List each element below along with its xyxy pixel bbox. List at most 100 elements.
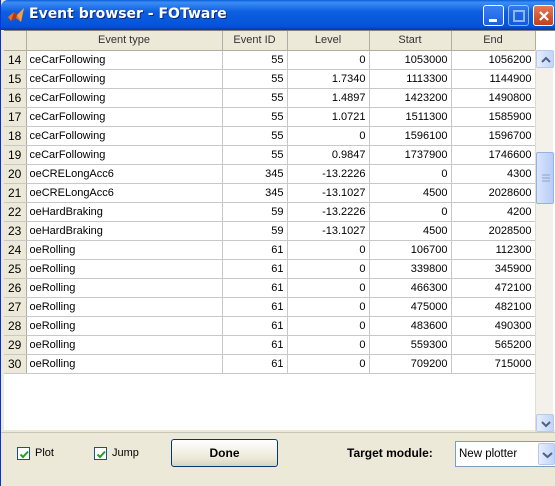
cell-level[interactable]: -13.1027 bbox=[287, 221, 370, 241]
table-row[interactable]: 26 oeRolling 61 0 466300 472100 bbox=[4, 278, 536, 298]
scroll-down-button[interactable] bbox=[536, 414, 554, 432]
cell-event-type[interactable]: ceCarFollowing bbox=[26, 88, 223, 108]
cell-start[interactable]: 709200 bbox=[369, 354, 452, 374]
cell-event-type[interactable]: oeHardBraking bbox=[26, 221, 223, 241]
cell-level[interactable]: 1.4897 bbox=[287, 88, 370, 108]
cell-event-type[interactable]: oeRolling bbox=[26, 335, 223, 355]
cell-level[interactable]: -13.2226 bbox=[287, 202, 370, 222]
cell-start[interactable]: 0 bbox=[369, 202, 452, 222]
cell-event-type[interactable]: ceCarFollowing bbox=[26, 107, 223, 127]
cell-end[interactable]: 2028500 bbox=[451, 221, 536, 241]
table-row[interactable]: 17 ceCarFollowing 55 1.0721 1511300 1585900 bbox=[4, 107, 536, 127]
cell-event-type[interactable]: oeRolling bbox=[26, 354, 223, 374]
jump-checkbox[interactable]: Jump bbox=[94, 445, 139, 461]
table-row[interactable]: 18 ceCarFollowing 55 0 1596100 1596700 bbox=[4, 126, 536, 146]
cell-event-type[interactable]: oeRolling bbox=[26, 278, 223, 298]
cell-event-id[interactable]: 55 bbox=[222, 145, 288, 165]
maximize-button[interactable] bbox=[508, 5, 529, 26]
cell-start[interactable]: 4500 bbox=[369, 183, 452, 203]
dropdown-button[interactable] bbox=[538, 443, 555, 465]
close-button[interactable] bbox=[533, 5, 554, 26]
column-header-event-id[interactable]: Event ID bbox=[222, 31, 288, 51]
cell-end[interactable]: 482100 bbox=[451, 297, 536, 317]
cell-level[interactable]: 0 bbox=[287, 240, 370, 260]
table-row[interactable]: 24 oeRolling 61 0 106700 112300 bbox=[4, 240, 536, 260]
cell-start[interactable]: 475000 bbox=[369, 297, 452, 317]
cell-event-type[interactable]: oeCRELongAcc6 bbox=[26, 183, 223, 203]
table-row[interactable]: 20 oeCRELongAcc6 345 -13.2226 0 4300 bbox=[4, 164, 536, 184]
cell-level[interactable]: 0 bbox=[287, 259, 370, 279]
cell-level[interactable]: 0 bbox=[287, 278, 370, 298]
cell-start[interactable]: 339800 bbox=[369, 259, 452, 279]
table-row[interactable]: 16 ceCarFollowing 55 1.4897 1423200 1490800 bbox=[4, 88, 536, 108]
table-row[interactable]: 23 oeHardBraking 59 -13.1027 4500 2028500 bbox=[4, 221, 536, 241]
cell-event-type[interactable]: ceCarFollowing bbox=[26, 50, 223, 70]
cell-event-id[interactable]: 345 bbox=[222, 183, 288, 203]
cell-start[interactable]: 559300 bbox=[369, 335, 452, 355]
cell-event-type[interactable]: oeHardBraking bbox=[26, 202, 223, 222]
cell-event-id[interactable]: 61 bbox=[222, 278, 288, 298]
cell-event-id[interactable]: 55 bbox=[222, 88, 288, 108]
cell-end[interactable]: 112300 bbox=[451, 240, 536, 260]
cell-end[interactable]: 1585900 bbox=[451, 107, 536, 127]
cell-end[interactable]: 4300 bbox=[451, 164, 536, 184]
column-header-event-type[interactable]: Event type bbox=[26, 31, 223, 51]
cell-level[interactable]: 0 bbox=[287, 316, 370, 336]
cell-end[interactable]: 565200 bbox=[451, 335, 536, 355]
cell-event-type[interactable]: ceCarFollowing bbox=[26, 126, 223, 146]
cell-event-id[interactable]: 55 bbox=[222, 69, 288, 89]
cell-level[interactable]: 0 bbox=[287, 126, 370, 146]
cell-event-id[interactable]: 61 bbox=[222, 240, 288, 260]
cell-start[interactable]: 1053000 bbox=[369, 50, 452, 70]
cell-end[interactable]: 1144900 bbox=[451, 69, 536, 89]
cell-end[interactable]: 1746600 bbox=[451, 145, 536, 165]
cell-event-type[interactable]: oeCRELongAcc6 bbox=[26, 164, 223, 184]
cell-start[interactable]: 1596100 bbox=[369, 126, 452, 146]
cell-event-type[interactable]: oeRolling bbox=[26, 240, 223, 260]
cell-event-id[interactable]: 55 bbox=[222, 107, 288, 127]
table-row[interactable]: 30 oeRolling 61 0 709200 715000 bbox=[4, 354, 536, 374]
cell-event-type[interactable]: oeRolling bbox=[26, 259, 223, 279]
cell-start[interactable]: 466300 bbox=[369, 278, 452, 298]
cell-end[interactable]: 472100 bbox=[451, 278, 536, 298]
cell-event-id[interactable]: 55 bbox=[222, 50, 288, 70]
cell-level[interactable]: 0 bbox=[287, 297, 370, 317]
cell-event-id[interactable]: 61 bbox=[222, 259, 288, 279]
cell-start[interactable]: 1511300 bbox=[369, 107, 452, 127]
plot-checkbox[interactable]: Plot bbox=[17, 445, 54, 461]
cell-end[interactable]: 2028600 bbox=[451, 183, 536, 203]
scroll-up-button[interactable] bbox=[536, 50, 554, 68]
cell-end[interactable]: 1056200 bbox=[451, 50, 536, 70]
cell-level[interactable]: -13.1027 bbox=[287, 183, 370, 203]
cell-event-id[interactable]: 59 bbox=[222, 202, 288, 222]
target-module-select[interactable]: New plotter bbox=[455, 441, 555, 467]
table-row[interactable]: 14 ceCarFollowing 55 0 1053000 1056200 bbox=[4, 50, 536, 70]
cell-end[interactable]: 715000 bbox=[451, 354, 536, 374]
cell-event-id[interactable]: 61 bbox=[222, 354, 288, 374]
table-row[interactable]: 19 ceCarFollowing 55 0.9847 1737900 1746600 bbox=[4, 145, 536, 165]
scroll-thumb[interactable] bbox=[536, 152, 554, 204]
cell-end[interactable]: 1596700 bbox=[451, 126, 536, 146]
cell-start[interactable]: 1113300 bbox=[369, 69, 452, 89]
cell-end[interactable]: 490300 bbox=[451, 316, 536, 336]
table-row[interactable]: 29 oeRolling 61 0 559300 565200 bbox=[4, 335, 536, 355]
cell-event-type[interactable]: oeRolling bbox=[26, 316, 223, 336]
vertical-scrollbar[interactable] bbox=[535, 50, 554, 432]
cell-event-type[interactable]: ceCarFollowing bbox=[26, 69, 223, 89]
cell-start[interactable]: 1423200 bbox=[369, 88, 452, 108]
cell-event-type[interactable]: ceCarFollowing bbox=[26, 145, 223, 165]
done-button[interactable]: Done bbox=[171, 439, 278, 467]
cell-level[interactable]: 0 bbox=[287, 354, 370, 374]
cell-level[interactable]: 0 bbox=[287, 335, 370, 355]
plot-checkbox-box[interactable] bbox=[17, 446, 30, 460]
cell-event-id[interactable]: 61 bbox=[222, 316, 288, 336]
table-row[interactable]: 27 oeRolling 61 0 475000 482100 bbox=[4, 297, 536, 317]
cell-end[interactable]: 1490800 bbox=[451, 88, 536, 108]
cell-level[interactable]: 1.7340 bbox=[287, 69, 370, 89]
cell-event-id[interactable]: 61 bbox=[222, 335, 288, 355]
column-header-start[interactable]: Start bbox=[369, 31, 452, 51]
table-row[interactable]: 22 oeHardBraking 59 -13.2226 0 4200 bbox=[4, 202, 536, 222]
table-row[interactable]: 25 oeRolling 61 0 339800 345900 bbox=[4, 259, 536, 279]
table-row[interactable]: 15 ceCarFollowing 55 1.7340 1113300 1144900 bbox=[4, 69, 536, 89]
cell-level[interactable]: 0 bbox=[287, 50, 370, 70]
